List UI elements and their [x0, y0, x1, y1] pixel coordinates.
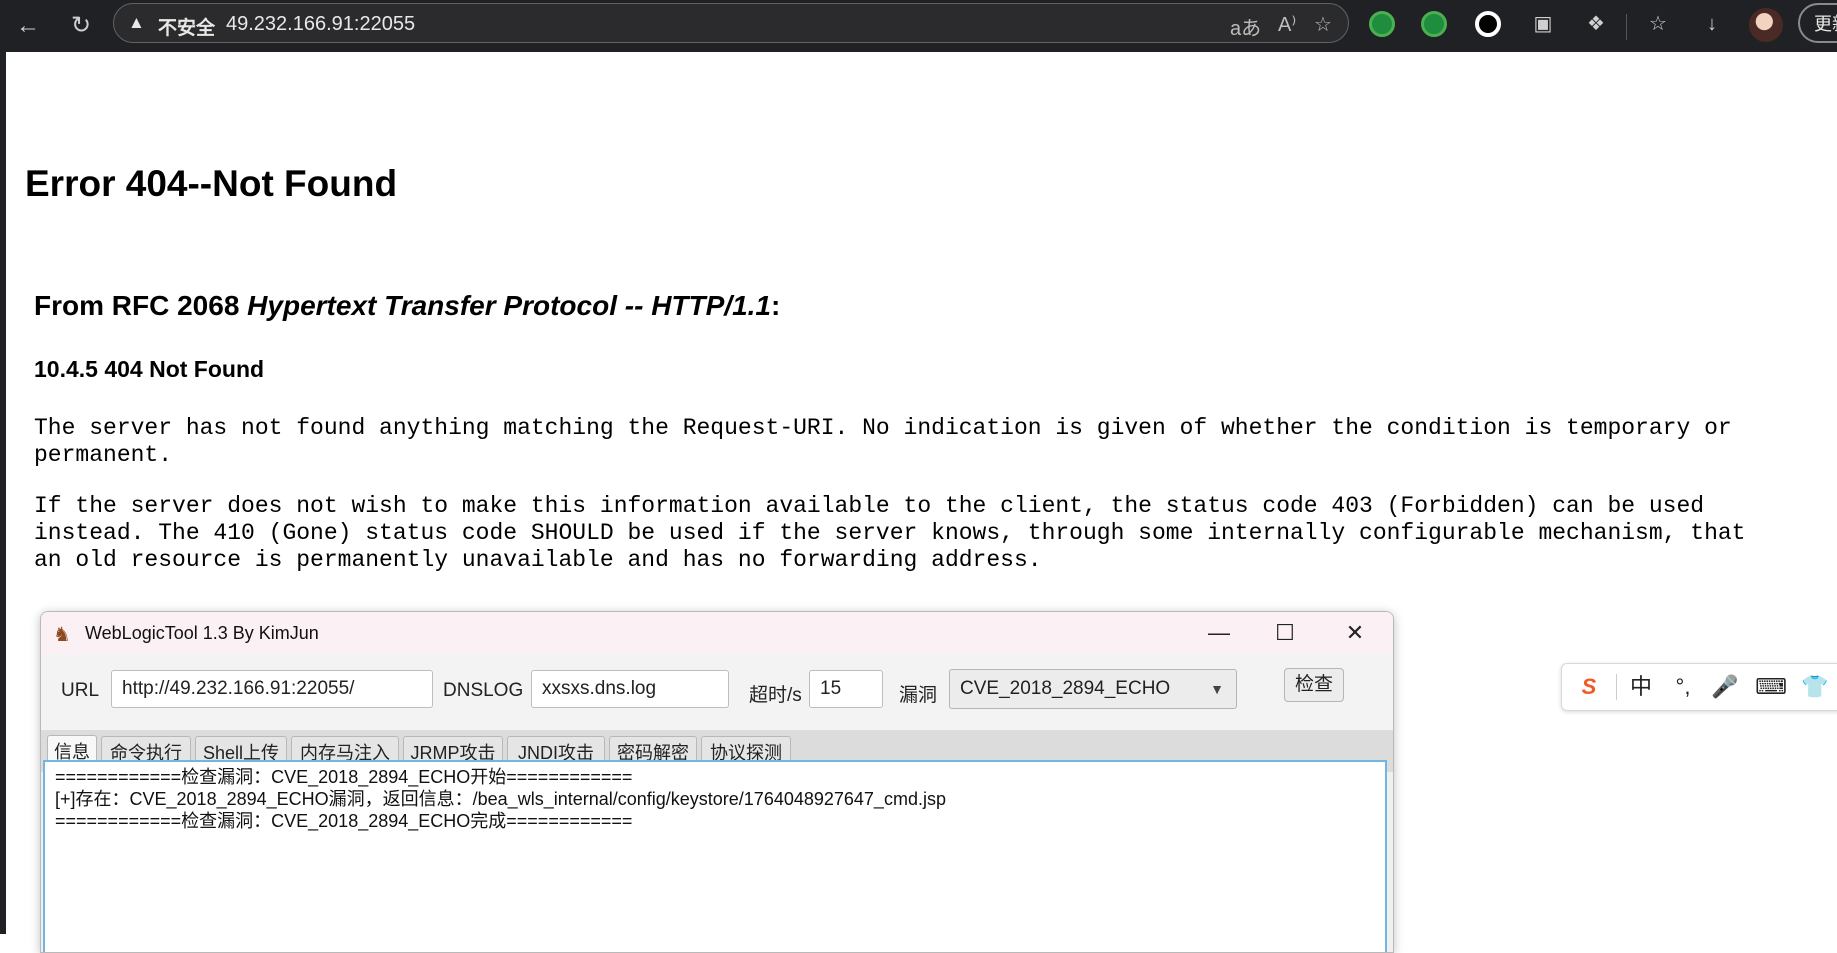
- app-title: WebLogicTool 1.3 By KimJun: [85, 623, 319, 643]
- extension-glasses-icon[interactable]: ▣: [1527, 8, 1559, 40]
- punctuation-icon[interactable]: °,: [1666, 670, 1700, 704]
- toolbar-divider: [1626, 14, 1627, 40]
- url-label: URL: [61, 680, 100, 701]
- back-icon[interactable]: ←: [10, 8, 46, 44]
- chevron-down-icon: ▼: [1210, 681, 1224, 697]
- profile-avatar[interactable]: [1749, 8, 1783, 42]
- downloads-icon[interactable]: ↓: [1696, 8, 1728, 40]
- browser-toolbar: ← ↻ ▲ 不安全 49.232.166.91:22055 aあ A⁾ ☆ ▣ …: [0, 0, 1837, 52]
- extension-green-2-icon[interactable]: [1421, 11, 1447, 37]
- app-titlebar[interactable]: ♞ WebLogicTool 1.3 By KimJun — ☐ ✕: [41, 612, 1393, 654]
- extension-green-1-icon[interactable]: [1369, 11, 1395, 37]
- check-button[interactable]: 检查: [1284, 668, 1344, 702]
- section-heading: 10.4.5 404 Not Found: [34, 356, 265, 382]
- dnslog-label: DNSLOG: [443, 680, 524, 701]
- extension-circle-icon[interactable]: [1475, 11, 1501, 37]
- rfc-protocol-name: Hypertext Transfer Protocol -- HTTP/1.1: [247, 290, 771, 321]
- timeout-input[interactable]: 15: [809, 670, 883, 708]
- translate-icon[interactable]: aあ: [1230, 12, 1261, 41]
- url-input[interactable]: http://49.232.166.91:22055/: [111, 670, 433, 708]
- ime-toolbar: S 中 °, 🎤 ⌨ 👕: [1561, 663, 1837, 711]
- address-bar[interactable]: ▲ 不安全 49.232.166.91:22055 aあ A⁾ ☆: [113, 3, 1349, 43]
- keyboard-icon[interactable]: ⌨: [1754, 670, 1788, 704]
- rfc-prefix: From RFC 2068: [34, 290, 248, 321]
- url-text[interactable]: 49.232.166.91:22055: [226, 13, 415, 36]
- favorites-icon[interactable]: ☆: [1642, 8, 1674, 40]
- rfc-suffix: :: [771, 290, 781, 321]
- vuln-select-value: CVE_2018_2894_ECHO: [960, 678, 1171, 699]
- window-edge: [0, 52, 6, 934]
- ime-lang-toggle[interactable]: 中: [1624, 670, 1658, 704]
- minimize-icon[interactable]: —: [1193, 616, 1245, 650]
- security-label[interactable]: 不安全: [158, 13, 215, 40]
- warning-icon: ▲: [128, 13, 145, 32]
- vuln-label: 漏洞: [899, 685, 938, 706]
- read-aloud-icon[interactable]: A⁾: [1278, 12, 1296, 37]
- microphone-icon[interactable]: 🎤: [1708, 670, 1742, 704]
- update-button[interactable]: 更新: [1798, 3, 1837, 43]
- paragraph-2: If the server does not wish to make this…: [34, 493, 1746, 573]
- weblogictool-window: ♞ WebLogicTool 1.3 By KimJun — ☐ ✕ URL h…: [40, 611, 1394, 953]
- dnslog-input[interactable]: xxsxs.dns.log: [531, 670, 729, 708]
- skin-shirt-icon[interactable]: 👕: [1798, 670, 1832, 704]
- reload-icon[interactable]: ↻: [63, 8, 99, 44]
- vuln-select[interactable]: CVE_2018_2894_ECHO ▼: [949, 669, 1237, 709]
- favorite-star-icon[interactable]: ☆: [1314, 12, 1332, 37]
- app-toolbar: URL http://49.232.166.91:22055/ DNSLOG x…: [41, 654, 1393, 730]
- rfc-heading: From RFC 2068 Hypertext Transfer Protoco…: [34, 290, 780, 322]
- sogou-logo-icon[interactable]: S: [1572, 670, 1606, 704]
- app-logo-icon: ♞: [53, 624, 71, 646]
- timeout-label: 超时/s: [749, 685, 802, 706]
- maximize-icon[interactable]: ☐: [1259, 616, 1311, 650]
- paragraph-1: The server has not found anything matchi…: [34, 415, 1732, 468]
- extensions-puzzle-icon[interactable]: ❖: [1580, 8, 1612, 40]
- ime-divider: [1616, 674, 1617, 700]
- page-title: Error 404--Not Found: [25, 163, 398, 204]
- output-textarea[interactable]: ============检查漏洞：CVE_2018_2894_ECHO开始===…: [43, 760, 1387, 952]
- close-icon[interactable]: ✕: [1329, 616, 1381, 650]
